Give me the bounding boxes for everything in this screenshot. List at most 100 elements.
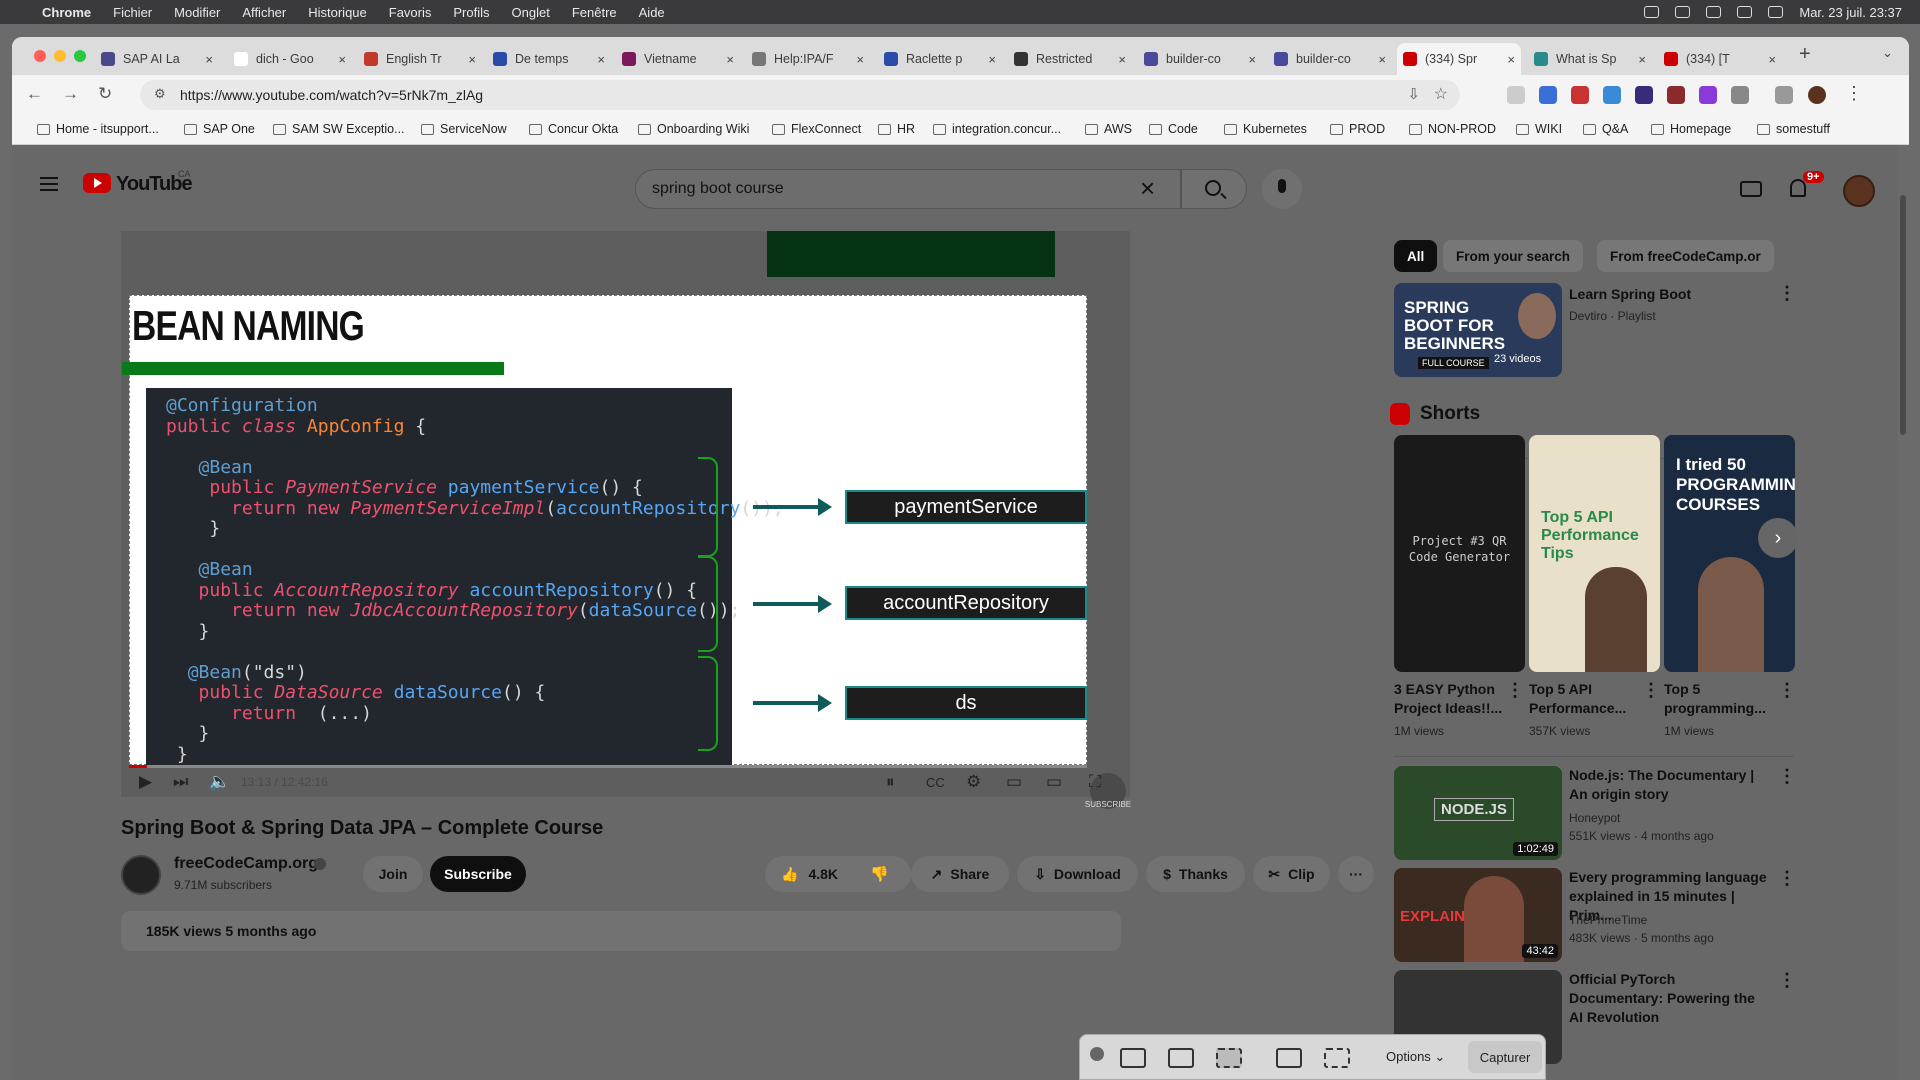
close-tab-icon[interactable]: × — [988, 52, 996, 67]
bookmark-item[interactable]: WIKI — [1516, 122, 1562, 136]
join-button[interactable]: Join — [363, 856, 423, 892]
clip-button[interactable]: ✂ Clip — [1253, 856, 1330, 892]
download-button[interactable]: ⇩ Download — [1017, 856, 1138, 892]
close-tab-icon[interactable]: × — [205, 52, 213, 67]
close-tab-icon[interactable]: × — [1638, 52, 1646, 67]
status-icon[interactable] — [1675, 6, 1691, 18]
browser-tab[interactable]: What is Sp × — [1528, 43, 1652, 75]
close-icon[interactable] — [1090, 1047, 1104, 1061]
play-icon[interactable]: ▶ — [139, 772, 152, 792]
browser-tab[interactable]: Raclette p × — [878, 43, 1002, 75]
back-button[interactable]: ← — [26, 84, 43, 104]
extension-icon[interactable] — [1603, 86, 1621, 104]
chip-all[interactable]: All — [1394, 240, 1438, 272]
search-icon[interactable] — [1768, 6, 1784, 18]
reading-list-icon[interactable] — [1775, 86, 1793, 104]
more-options-icon[interactable]: ⋮ — [1642, 680, 1660, 701]
related-video-channel[interactable]: Honeypot — [1569, 810, 1620, 827]
more-options-icon[interactable]: ⋮ — [1778, 766, 1796, 787]
new-tab-button[interactable]: + — [1799, 43, 1811, 66]
minimize-window-button[interactable] — [54, 50, 66, 62]
shorts-next-button[interactable]: › — [1758, 518, 1798, 558]
theater-mode-icon[interactable]: ▭ — [1046, 772, 1062, 792]
bookmark-item[interactable]: SAM SW Exceptio... — [273, 122, 405, 136]
close-tab-icon[interactable]: × — [1507, 52, 1515, 67]
hamburger-menu-icon[interactable] — [40, 177, 58, 191]
miniplayer-icon[interactable]: ▭ — [1006, 772, 1022, 792]
browser-tab[interactable]: dich - Goo × — [228, 43, 352, 75]
bookmark-item[interactable]: Code — [1149, 122, 1198, 136]
playlist-title[interactable]: Learn Spring Boot — [1569, 285, 1691, 304]
browser-tab[interactable]: (334) [T × — [1658, 43, 1782, 75]
profile-avatar[interactable] — [1808, 86, 1826, 104]
capture-window-icon[interactable] — [1168, 1048, 1194, 1068]
capture-button[interactable]: Capturer — [1468, 1041, 1542, 1073]
record-screen-icon[interactable] — [1276, 1048, 1302, 1068]
account-avatar[interactable] — [1843, 175, 1875, 207]
bookmark-star-icon[interactable]: ☆ — [1434, 84, 1448, 104]
menubar-app-name[interactable]: Chrome — [42, 5, 91, 20]
short-title[interactable]: 3 EASY Python Project Ideas!!... — [1394, 680, 1506, 718]
bookmark-item[interactable]: somestuff — [1757, 122, 1830, 136]
playlist-channel[interactable]: Devtiro · Playlist — [1569, 308, 1656, 325]
bookmark-item[interactable]: Home - itsupport... — [37, 122, 159, 136]
video-player[interactable]: BEAN NAMING @Configuration public class … — [121, 231, 1131, 809]
thanks-button[interactable]: $ Thanks — [1146, 856, 1245, 892]
menu-fenetre[interactable]: Fenêtre — [572, 5, 617, 20]
related-video-thumbnail[interactable]: EXPLAINED 43:42 — [1394, 868, 1562, 962]
capture-selection-icon[interactable] — [1216, 1048, 1242, 1068]
more-options-icon[interactable]: ⋮ — [1778, 868, 1796, 889]
extension-icon[interactable] — [1699, 86, 1717, 104]
bookmark-item[interactable]: HR — [878, 122, 915, 136]
menu-modifier[interactable]: Modifier — [174, 5, 220, 20]
notifications-bell-icon[interactable] — [1790, 179, 1806, 197]
site-info-icon[interactable]: ⚙ — [154, 86, 166, 102]
captions-icon[interactable]: CC — [926, 775, 945, 790]
short-thumbnail[interactable]: Top 5 API Performance Tips — [1529, 435, 1660, 672]
short-title[interactable]: Top 5 API Performance... — [1529, 680, 1641, 718]
browser-tab[interactable]: Help:IPA/F × — [746, 43, 870, 75]
extension-icon[interactable] — [1571, 86, 1589, 104]
bookmark-item[interactable]: Q&A — [1583, 122, 1628, 136]
menu-historique[interactable]: Historique — [308, 5, 367, 20]
chip-from-channel[interactable]: From freeCodeCamp.or — [1597, 240, 1774, 272]
install-icon[interactable]: ⇩ — [1407, 85, 1420, 103]
browser-tab[interactable]: Vietname × — [616, 43, 740, 75]
more-options-icon[interactable]: ⋮ — [1506, 680, 1524, 701]
youtube-logo-icon[interactable] — [83, 173, 111, 193]
bookmark-item[interactable]: ServiceNow — [421, 122, 507, 136]
related-video-channel[interactable]: ThePrimeTime — [1569, 912, 1647, 929]
dislike-icon[interactable]: 👎 — [870, 865, 889, 883]
scrollbar-thumb[interactable] — [1900, 195, 1906, 435]
more-menu-icon[interactable]: ⋮ — [1845, 83, 1863, 104]
related-video-title[interactable]: Node.js: The Documentary | An origin sto… — [1569, 766, 1769, 804]
extension-icon[interactable] — [1539, 86, 1557, 104]
close-tab-icon[interactable]: × — [726, 52, 734, 67]
forward-button[interactable]: → — [62, 84, 79, 104]
reload-button[interactable]: ↻ — [98, 84, 112, 104]
menu-onglet[interactable]: Onglet — [512, 5, 550, 20]
browser-tab[interactable]: English Tr × — [358, 43, 482, 75]
close-window-button[interactable] — [34, 50, 46, 62]
menu-aide[interactable]: Aide — [639, 5, 665, 20]
close-tab-icon[interactable]: × — [1248, 52, 1256, 67]
page-scrollbar[interactable] — [1897, 145, 1909, 1080]
bookmark-item[interactable]: AWS — [1085, 122, 1132, 136]
close-tab-icon[interactable]: × — [597, 52, 605, 67]
more-options-icon[interactable]: ⋮ — [1778, 283, 1796, 304]
clear-search-icon[interactable]: × — [1140, 175, 1155, 201]
battery-icon[interactable] — [1706, 6, 1722, 18]
bookmark-item[interactable]: SAP One — [184, 122, 255, 136]
more-options-icon[interactable]: ⋮ — [1778, 680, 1796, 701]
close-tab-icon[interactable]: × — [338, 52, 346, 67]
bookmark-item[interactable]: Concur Okta — [529, 122, 618, 136]
browser-tab[interactable]: builder-co × — [1268, 43, 1392, 75]
extension-icon[interactable] — [1667, 86, 1685, 104]
options-dropdown[interactable]: Options ⌄ — [1386, 1049, 1445, 1065]
close-tab-icon[interactable]: × — [856, 52, 864, 67]
bookmark-item[interactable]: Homepage — [1651, 122, 1731, 136]
chevron-right-icon[interactable]: › — [1393, 247, 1400, 270]
zoom-window-button[interactable] — [74, 50, 86, 62]
related-video-title[interactable]: Official PyTorch Documentary: Powering t… — [1569, 970, 1769, 1027]
extension-icon[interactable] — [1635, 86, 1653, 104]
